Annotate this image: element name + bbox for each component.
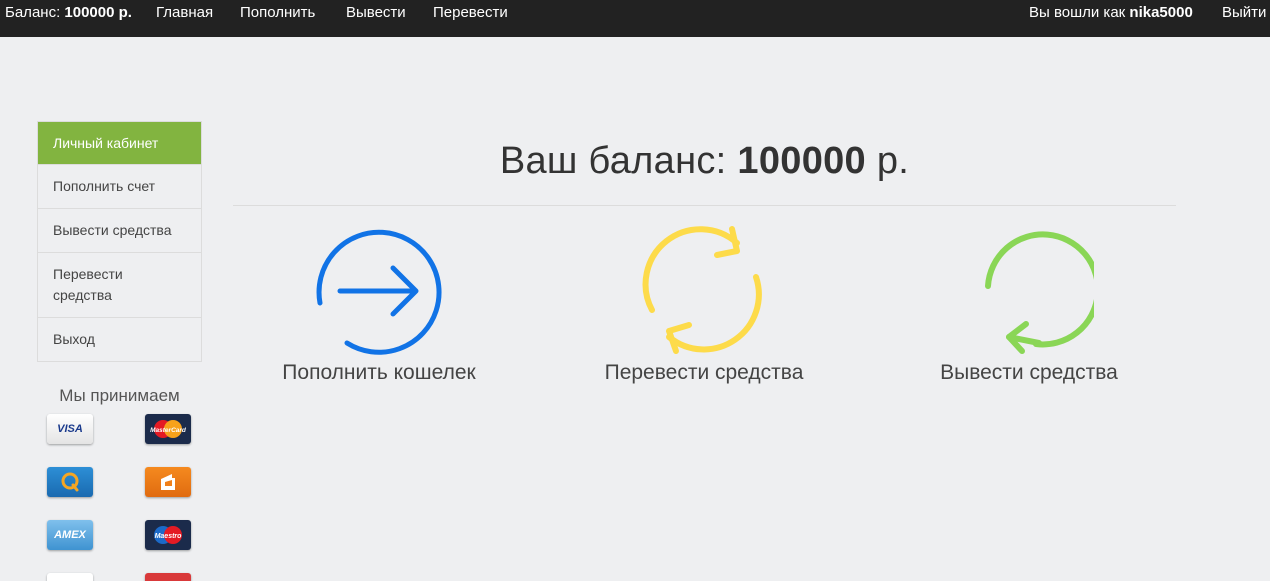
withdraw-funds-label: Вывести средства (940, 361, 1118, 384)
qiwi-logo (61, 472, 79, 492)
navbar-balance-value: 100000 р. (64, 4, 132, 21)
balance-heading-value: 100000 (737, 140, 866, 182)
top-navbar: Баланс: 100000 р. Главная Пополнить Выве… (0, 0, 1270, 37)
maestro-logo: Maestro (154, 526, 183, 544)
mastercard-icon: MasterCard (145, 414, 191, 444)
amex-card-label: AMEX (54, 529, 86, 541)
arrow-right-circle-icon (316, 229, 442, 355)
amex-card-icon: AMEX (47, 520, 93, 550)
logged-in-label: Вы вошли как (1029, 4, 1126, 21)
visa-card-label: VISA (57, 423, 83, 435)
maestro-card-icon: Maestro (145, 520, 191, 550)
sidebar-item-transfer[interactable]: Перевести средства (38, 252, 201, 317)
transfer-funds-label: Перевести средства (604, 361, 804, 384)
svg-text:MasterCard: MasterCard (150, 427, 187, 434)
sidebar-item-logout[interactable]: Выход (38, 317, 201, 361)
logged-in-as: Вы вошли как nika5000 (1029, 4, 1193, 21)
deposit-wallet-button[interactable]: Пополнить кошелек (229, 225, 529, 385)
sidebar-item-deposit[interactable]: Пополнить счет (38, 164, 201, 208)
nav-link-deposit[interactable]: Пополнить (240, 4, 315, 21)
navbar-balance: Баланс: 100000 р. (5, 4, 132, 21)
username: nika5000 (1129, 4, 1193, 21)
yandex-money-icon (145, 467, 191, 497)
navbar-balance-label: Баланс: (5, 4, 61, 21)
sidebar-menu: Личный кабинет Пополнить счет Вывести ср… (37, 121, 202, 362)
balance-heading: Ваш баланс: 100000 р. (233, 140, 1176, 183)
balance-heading-unit: р. (876, 140, 910, 182)
transfer-funds-button[interactable]: Перевести средства (554, 225, 854, 385)
sidebar-item-cabinet[interactable]: Личный кабинет (38, 122, 201, 164)
deposit-wallet-label: Пополнить кошелек (282, 361, 476, 384)
logout-link[interactable]: Выйти (1222, 4, 1266, 21)
withdraw-funds-button[interactable]: Вывести средства (879, 225, 1179, 385)
accepted-payments-title: Мы принимаем (59, 386, 180, 405)
balance-heading-label: Ваш баланс: (499, 140, 727, 182)
payment-card-icon (47, 573, 93, 581)
sidebar-item-withdraw[interactable]: Вывести средства (38, 208, 201, 252)
svg-text:Maestro: Maestro (155, 533, 183, 540)
yandex-money-logo (161, 474, 175, 490)
payment-card-icon (145, 573, 191, 581)
divider (233, 205, 1176, 206)
visa-card-icon: VISA (47, 414, 93, 444)
qiwi-card-icon (47, 467, 93, 497)
mastercard-logo: MasterCard (150, 420, 187, 438)
circular-arrow-icon (985, 231, 1094, 354)
nav-link-withdraw[interactable]: Вывести (346, 4, 406, 21)
nav-link-home[interactable]: Главная (156, 4, 213, 21)
refresh-cycle-icon (642, 226, 762, 354)
nav-link-transfer[interactable]: Перевести (433, 4, 508, 21)
